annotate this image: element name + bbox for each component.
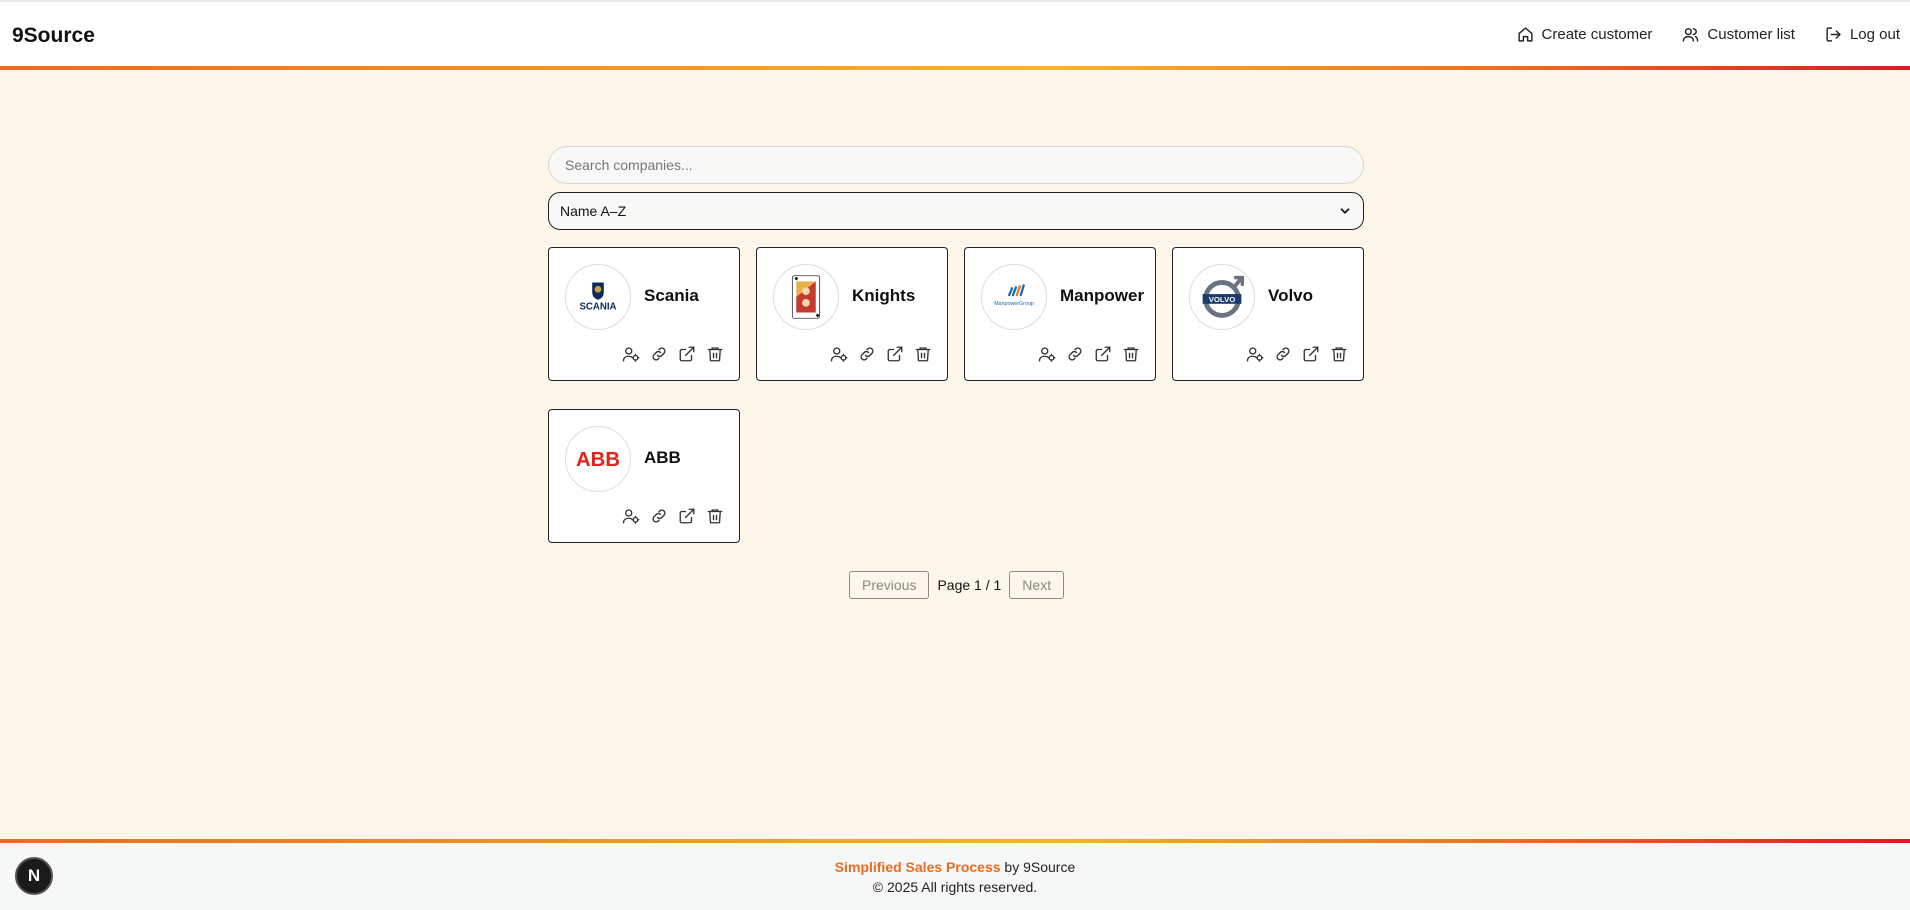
app-logo[interactable]: 9Source xyxy=(12,24,95,48)
top-header: 9Source Create customer Customer list Lo… xyxy=(0,0,1910,67)
manpowergroup-logo-text: ManpowerGroup xyxy=(994,301,1034,307)
link-icon[interactable] xyxy=(1066,345,1084,363)
company-card-abb[interactable]: ABB ABB xyxy=(548,409,740,543)
card-actions xyxy=(1038,345,1140,363)
users-icon xyxy=(1683,28,1699,42)
external-link-icon[interactable] xyxy=(678,507,696,525)
card-actions xyxy=(1246,345,1348,363)
abb-logo-text: ABB xyxy=(576,449,620,471)
company-card-knights[interactable]: Knights xyxy=(756,247,948,381)
playing-card-logo xyxy=(773,264,839,330)
search-input[interactable] xyxy=(548,146,1364,184)
chevron-down-icon xyxy=(1340,208,1350,214)
company-name: Volvo xyxy=(1268,286,1314,305)
link-icon[interactable] xyxy=(650,345,668,363)
card-actions xyxy=(622,507,724,525)
footer-tagline: Simplified Sales Process by 9Source xyxy=(0,859,1910,875)
footer-brand: Simplified Sales Process xyxy=(834,859,1001,875)
trash-icon[interactable] xyxy=(1122,345,1140,363)
scania-logo-text: SCANIA xyxy=(579,302,616,313)
nav-log-out-label: Log out xyxy=(1849,26,1900,43)
nav-create-customer-label: Create customer xyxy=(1541,26,1653,43)
trash-icon[interactable] xyxy=(706,345,724,363)
external-link-icon[interactable] xyxy=(1094,345,1112,363)
company-name: ABB xyxy=(644,448,681,467)
top-nav: Create customer Customer list Log out xyxy=(1517,26,1900,43)
add-contact-icon[interactable] xyxy=(622,507,640,525)
manpowergroup-logo: ManpowerGroup xyxy=(981,264,1047,330)
home-icon xyxy=(1517,27,1533,42)
volvo-logo: VOLVO xyxy=(1189,264,1255,330)
footer-copyright: © 2025 All rights reserved. xyxy=(872,879,1038,895)
external-link-icon[interactable] xyxy=(886,345,904,363)
company-name: Scania xyxy=(644,286,699,305)
nav-customer-list[interactable]: Customer list xyxy=(1682,26,1795,43)
logout-icon xyxy=(1826,27,1841,42)
company-name: Manpower xyxy=(1060,286,1145,305)
pagination: Previous Page 1 / 1 Next xyxy=(849,571,1065,599)
page-indicator: Page 1 / 1 xyxy=(937,577,1002,593)
add-contact-icon[interactable] xyxy=(622,345,640,363)
company-card-manpower[interactable]: ManpowerGroup Manpower xyxy=(964,247,1156,381)
scania-logo: SCANIA xyxy=(565,264,631,330)
sort-select[interactable]: Name A–Z xyxy=(548,192,1364,230)
trash-icon[interactable] xyxy=(914,345,932,363)
external-link-icon[interactable] xyxy=(1302,345,1320,363)
dev-tools-badge[interactable]: N xyxy=(15,857,53,895)
card-actions xyxy=(622,345,724,363)
previous-button[interactable]: Previous xyxy=(849,571,930,599)
add-contact-icon[interactable] xyxy=(1246,345,1264,363)
nav-create-customer[interactable]: Create customer xyxy=(1517,26,1653,43)
footer-by: by 9Source xyxy=(1000,859,1076,875)
company-card-volvo[interactable]: VOLVO Volvo xyxy=(1172,247,1364,381)
trash-icon[interactable] xyxy=(1330,345,1348,363)
link-icon[interactable] xyxy=(650,507,668,525)
trash-icon[interactable] xyxy=(706,507,724,525)
add-contact-icon[interactable] xyxy=(1038,345,1056,363)
volvo-logo-text: VOLVO xyxy=(1209,295,1236,304)
abb-logo: ABB xyxy=(565,426,631,492)
nav-customer-list-label: Customer list xyxy=(1707,26,1795,43)
header-gradient-bar xyxy=(0,66,1910,70)
link-icon[interactable] xyxy=(1274,345,1292,363)
next-button[interactable]: Next xyxy=(1009,571,1065,599)
nav-log-out[interactable]: Log out xyxy=(1825,26,1900,43)
card-actions xyxy=(830,345,932,363)
company-name: Knights xyxy=(852,286,916,305)
external-link-icon[interactable] xyxy=(678,345,696,363)
add-contact-icon[interactable] xyxy=(830,345,848,363)
sort-select-value: Name A–Z xyxy=(560,203,627,219)
company-card-scania[interactable]: SCANIA Scania xyxy=(548,247,740,381)
footer: Simplified Sales Process by 9Source © 20… xyxy=(0,843,1910,910)
link-icon[interactable] xyxy=(858,345,876,363)
